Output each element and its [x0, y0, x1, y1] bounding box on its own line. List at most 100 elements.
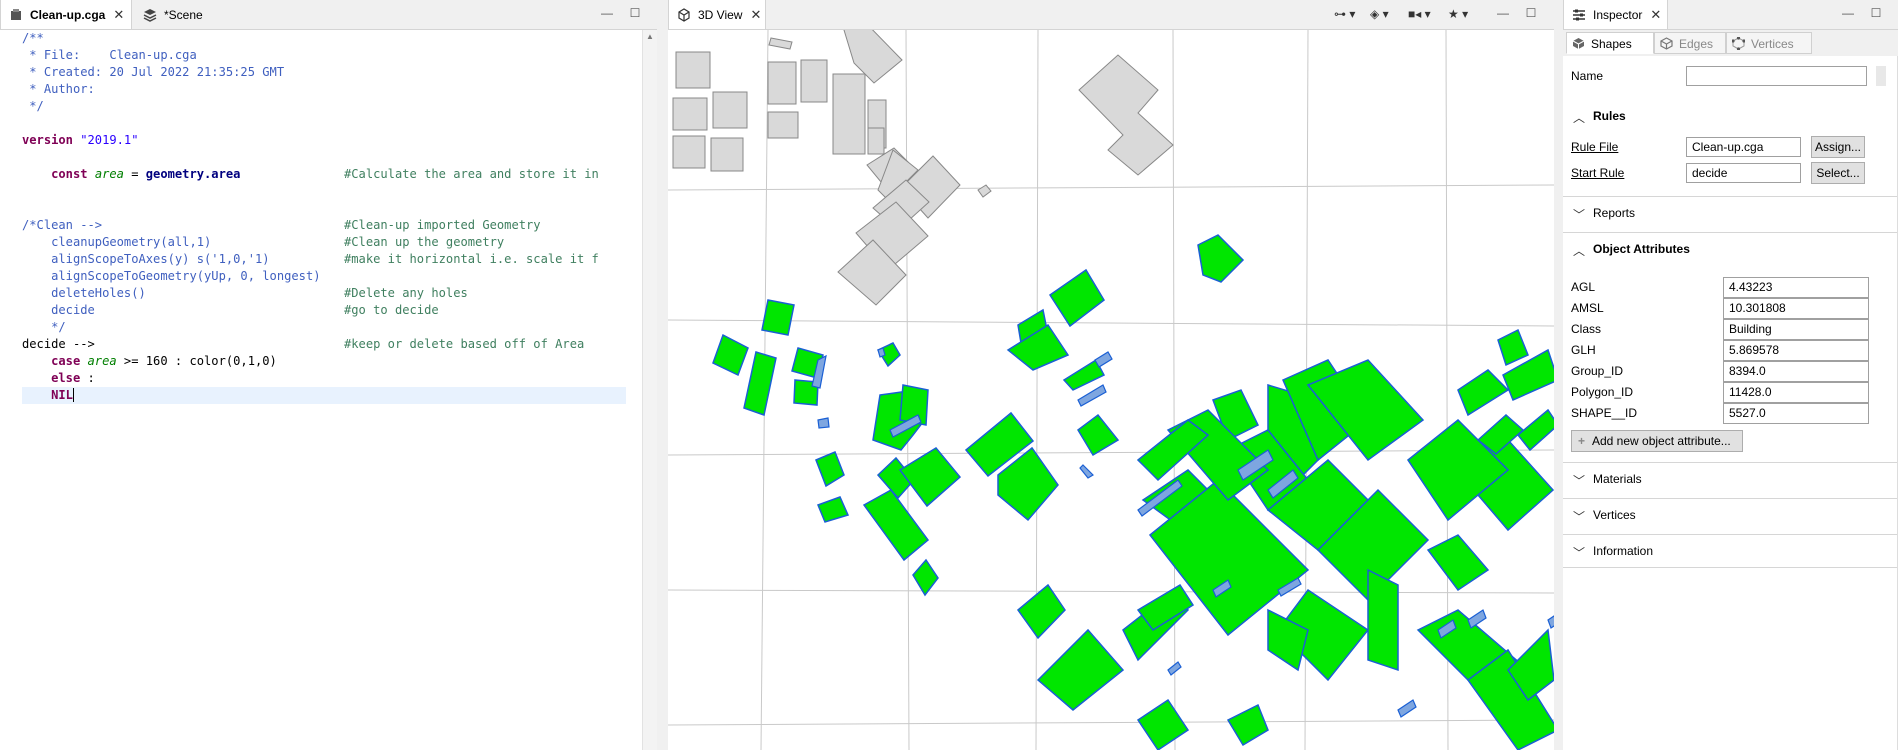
code-line: alignScopeToGeometry(yUp, 0, longest): [22, 269, 321, 283]
name-field-scrollbar[interactable]: [1876, 66, 1886, 86]
select-button[interactable]: Select...: [1811, 162, 1865, 184]
tab-scene[interactable]: *Scene: [135, 0, 230, 29]
keyword: const: [51, 167, 88, 181]
code-line-decide: decide -->: [22, 337, 95, 351]
materials-section-header[interactable]: ﹀ Materials: [1563, 462, 1898, 496]
code-line: decide: [22, 303, 95, 317]
code-line-const: const area = geometry.area: [22, 166, 240, 183]
attribute-value[interactable]: 8394.0: [1723, 361, 1869, 382]
render-mode-icon[interactable]: ◈ ▾: [1370, 7, 1389, 21]
scene-graph-icon[interactable]: ⊶ ▾: [1334, 7, 1355, 21]
tab-label: 3D View: [698, 7, 743, 22]
information-section-header[interactable]: ﹀ Information: [1563, 534, 1898, 568]
button-label: Add new object attribute...: [1592, 434, 1731, 448]
code-line: * Author:: [22, 82, 95, 96]
code-line: */: [22, 99, 44, 113]
rules-section-header[interactable]: ︿ Rules: [1563, 100, 1898, 134]
code-line: /*Clean -->: [22, 218, 103, 232]
minimize-icon[interactable]: —: [1841, 6, 1855, 20]
code-comment: #Clean-up imported Geometry: [344, 218, 541, 232]
inspector-body: Name ︿ Rules Rule File Clean-up.cga Assi…: [1563, 56, 1898, 750]
reports-section-header[interactable]: ﹀ Reports: [1563, 196, 1898, 230]
inspector-panel: Inspector ✕ — ☐ Shapes (68) Edges (8) Ve…: [1563, 0, 1898, 750]
attribute-key: Polygon_ID: [1571, 385, 1634, 399]
editor-tabbar: Clean-up.cga ✕ *Scene — ☐: [0, 0, 657, 30]
tab-label: *Scene: [164, 7, 203, 22]
code-line: * Created: 20 Jul 2022 21:35:25 GMT: [22, 65, 285, 79]
attribute-key: Class: [1571, 322, 1602, 336]
start-rule-field[interactable]: decide: [1686, 163, 1801, 183]
section-title: Rules: [1593, 109, 1626, 123]
tab-label: Inspector: [1593, 7, 1643, 22]
attribute-value[interactable]: 5.869578: [1723, 340, 1869, 361]
code-area[interactable]: /** * File: Clean-up.cga * Created: 20 J…: [0, 30, 626, 750]
subtab-shapes[interactable]: Shapes (68): [1566, 32, 1654, 73]
code-line: deleteHoles(): [22, 286, 146, 300]
attribute-value[interactable]: Building: [1723, 319, 1869, 340]
keyword: case: [51, 354, 81, 368]
attribute-row: Polygon_ID 11428.0: [1571, 382, 1888, 403]
name-field[interactable]: [1686, 66, 1867, 86]
gray-buildings: [672, 30, 1174, 306]
green-buildings: [712, 234, 1554, 750]
attribute-row: SHAPE__ID 5527.0: [1571, 403, 1888, 424]
chevron-down-icon: ﹀: [1573, 546, 1586, 560]
section-title: Reports: [1593, 206, 1636, 220]
expression: >= 160 : color(0,1,0): [116, 354, 277, 368]
attribute-value[interactable]: 10.301808: [1723, 298, 1869, 319]
rule-file-link[interactable]: Rule File: [1571, 140, 1618, 154]
shape-cube-icon: [1572, 38, 1585, 49]
cga-file-icon: [11, 8, 21, 20]
3d-viewport[interactable]: [668, 30, 1554, 750]
tab-inspector[interactable]: Inspector ✕: [1563, 0, 1668, 29]
chevron-down-icon: ﹀: [1573, 208, 1586, 222]
attribute-key: SHAPE__ID: [1571, 406, 1638, 420]
chevron-down-icon: ﹀: [1573, 474, 1586, 488]
operator: =: [123, 167, 146, 181]
string-literal: "2019.1": [80, 133, 139, 147]
close-tab-icon[interactable]: ✕: [1650, 7, 1661, 23]
start-rule-link[interactable]: Start Rule: [1571, 166, 1624, 180]
camera-icon[interactable]: ■◂ ▾: [1408, 7, 1431, 21]
section-title: Object Attributes: [1593, 242, 1690, 256]
vertices-section-header[interactable]: ﹀ Vertices: [1563, 498, 1898, 532]
add-object-attribute-button[interactable]: + Add new object attribute...: [1571, 430, 1743, 452]
object-attributes-section-header[interactable]: ︿ Object Attributes: [1563, 232, 1898, 266]
maximize-icon[interactable]: ☐: [628, 6, 642, 20]
code-comment: #Calculate the area and store it in: [344, 167, 599, 181]
code-line-nil: NIL​: [22, 387, 74, 404]
tab-3d-view[interactable]: 3D View ✕: [668, 0, 766, 29]
chevron-down-icon: ﹀: [1573, 510, 1586, 524]
section-title: Vertices: [1593, 508, 1636, 522]
attribute-value[interactable]: 11428.0: [1723, 382, 1869, 403]
inspector-subtabs: Shapes (68) Edges (8) Vertices (9): [1563, 30, 1898, 73]
scene-canvas[interactable]: [668, 30, 1554, 750]
maximize-icon[interactable]: ☐: [1524, 6, 1538, 20]
vertex-cube-icon: [1732, 37, 1745, 50]
chevron-up-icon: ︿: [1573, 244, 1586, 258]
attribute-row: AGL 4.43223: [1571, 277, 1888, 298]
close-tab-icon[interactable]: ✕: [750, 7, 761, 23]
maximize-icon[interactable]: ☐: [1869, 6, 1883, 20]
close-tab-icon[interactable]: ✕: [113, 7, 124, 23]
code-comment: #make it horizontal i.e. scale it f: [344, 252, 599, 266]
tab-clean-up-cga[interactable]: Clean-up.cga ✕: [0, 0, 132, 29]
assign-button[interactable]: Assign...: [1811, 136, 1865, 158]
minimize-icon[interactable]: —: [600, 6, 614, 20]
rule-file-field[interactable]: Clean-up.cga: [1686, 137, 1801, 157]
chevron-up-icon: ︿: [1573, 111, 1586, 125]
edge-cube-icon: [1660, 37, 1673, 50]
bookmark-star-icon[interactable]: ★ ▾: [1448, 7, 1468, 21]
attribute-value[interactable]: 5527.0: [1723, 403, 1869, 424]
code-line: /**: [22, 31, 44, 45]
keyword: else: [51, 371, 81, 385]
keyword: version: [22, 133, 73, 147]
editor-vertical-scrollbar[interactable]: ▲: [642, 30, 657, 750]
attribute-value[interactable]: 4.43223: [1723, 277, 1869, 298]
inspector-tabbar: Inspector ✕ — ☐: [1563, 0, 1898, 30]
variable: area: [94, 167, 124, 181]
subtab-edges[interactable]: Edges (8): [1654, 32, 1726, 73]
scroll-up-icon[interactable]: ▲: [643, 32, 657, 42]
subtab-vertices[interactable]: Vertices (9): [1726, 32, 1812, 73]
minimize-icon[interactable]: —: [1496, 6, 1510, 20]
